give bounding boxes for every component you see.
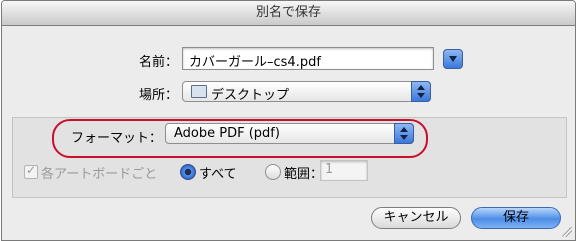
each-artboard-checkbox[interactable]: ✓ xyxy=(24,163,38,179)
all-label: すべて xyxy=(199,167,237,182)
popup-arrows-icon xyxy=(394,123,414,144)
each-artboard-label: 各アートボードごと xyxy=(41,167,158,182)
range-label: 範囲： xyxy=(284,167,324,182)
range-input[interactable]: 1 xyxy=(320,160,368,181)
format-label: フォーマット： xyxy=(70,131,162,146)
filename-value: カバーガール–cs4.pdf xyxy=(189,55,321,70)
resize-grip-icon[interactable] xyxy=(562,227,572,237)
location-label: 場所： xyxy=(138,88,178,103)
format-value: Adobe PDF (pdf) xyxy=(174,126,280,141)
name-label: 名前： xyxy=(138,55,178,70)
format-popup[interactable]: Adobe PDF (pdf) xyxy=(165,123,414,144)
location-popup[interactable]: デスクトップ xyxy=(182,81,431,103)
location-value: デスクトップ xyxy=(211,88,290,103)
folder-icon xyxy=(191,85,207,98)
popup-arrows-icon xyxy=(411,81,431,102)
cancel-button[interactable]: キャンセル xyxy=(371,207,461,229)
range-radio[interactable] xyxy=(265,164,281,180)
save-as-dialog: 別名で保存 名前： カバーガール–cs4.pdf 場所： デスクトップ フォーマ… xyxy=(1,0,576,241)
range-value: 1 xyxy=(325,162,334,177)
chevron-down-icon xyxy=(449,56,457,62)
dialog-title: 別名で保存 xyxy=(2,1,575,26)
all-radio[interactable] xyxy=(180,164,196,180)
expand-disclosure-button[interactable] xyxy=(443,49,463,69)
save-button[interactable]: 保存 xyxy=(471,207,561,229)
checkmark-icon: ✓ xyxy=(26,163,37,177)
filename-input[interactable]: カバーガール–cs4.pdf xyxy=(182,47,434,70)
